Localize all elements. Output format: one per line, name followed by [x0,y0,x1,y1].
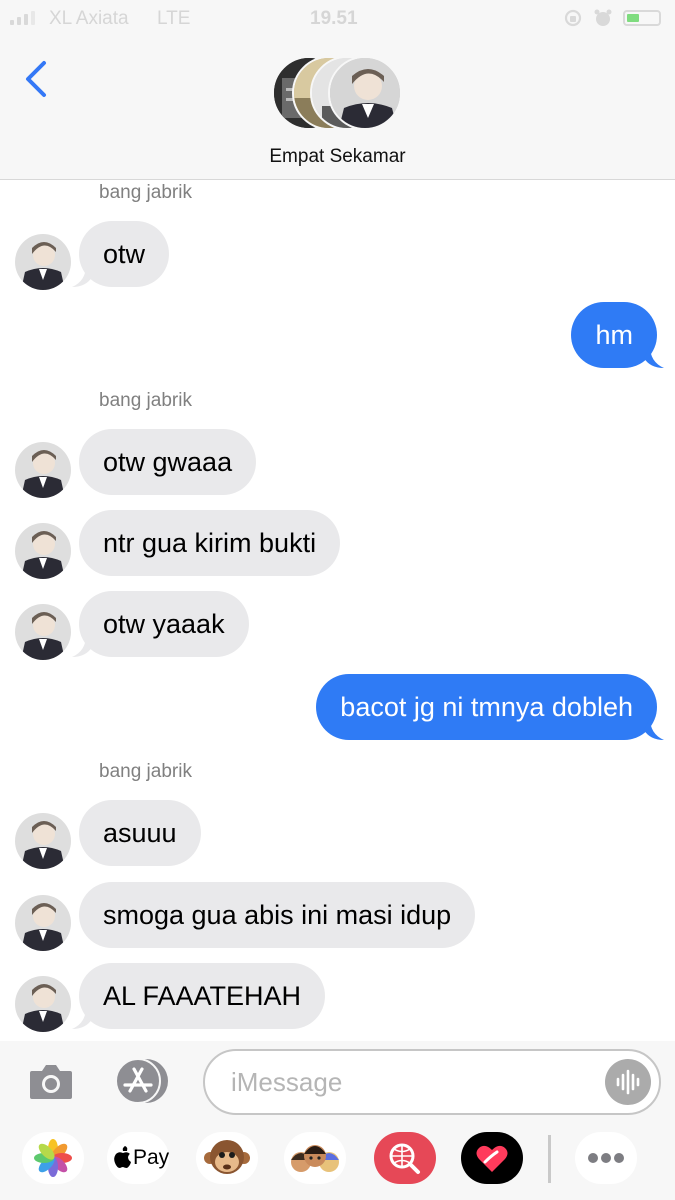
more-icon [588,1153,624,1163]
avatar[interactable] [15,442,71,498]
digital-touch-icon [476,1145,508,1172]
web-search-button[interactable] [374,1132,436,1184]
message-text: hm [595,320,633,350]
drawer-divider [548,1135,551,1183]
audio-message-button[interactable] [605,1059,651,1105]
status-icons [563,8,661,28]
memoji-monkey-icon [204,1140,250,1174]
avatar[interactable] [15,895,71,951]
bubble-tail [72,1007,92,1029]
memoji-icon [291,1145,339,1172]
waveform-icon [616,1069,640,1095]
status-time: 19.51 [310,8,358,29]
message-list[interactable]: bang jabrik otw hm bang jabrik otw gwaaa… [0,181,675,1041]
carrier-name: XL Axiata [49,8,129,29]
animoji-button[interactable] [196,1132,258,1184]
digital-touch-button[interactable] [461,1132,523,1184]
avatar[interactable] [15,976,71,1032]
alarm-icon [594,9,612,26]
avatar[interactable] [15,604,71,660]
message-bubble-incoming[interactable]: asuuu [79,800,201,866]
sender-name: bang jabrik [99,390,192,411]
avatar[interactable] [15,234,71,290]
message-text: asuuu [103,818,177,848]
battery-icon [623,10,661,26]
message-bubble-incoming[interactable]: smoga gua abis ini masi idup [79,882,476,948]
message-field[interactable] [203,1049,661,1115]
message-bubble-outgoing[interactable]: bacot jg ni tmnya dobleh [316,674,664,740]
message-input[interactable] [231,1051,591,1113]
group-member-avatar [328,56,402,130]
status-bar: XL Axiata LTE 19.51 [0,0,675,36]
message-bubble-incoming[interactable]: otw gwaaa [79,429,257,495]
app-drawer: Pay [0,1121,675,1200]
memoji-button[interactable] [284,1132,346,1184]
group-name[interactable]: Empat Sekamar [0,146,675,168]
message-bubble-incoming[interactable]: otw yaaak [72,591,249,657]
camera-icon[interactable] [28,1061,74,1101]
message-text: bacot jg ni tmnya dobleh [340,692,633,722]
app-store-icon[interactable] [112,1058,172,1104]
bubble-tail [644,718,664,740]
message-bubble-outgoing[interactable]: hm [571,302,664,368]
sender-name: bang jabrik [99,182,192,203]
apple-pay-label: Pay [133,1146,170,1169]
avatar[interactable] [15,813,71,869]
bubble-tail [644,346,664,368]
bubble-tail [72,635,92,657]
network-type: LTE [157,8,191,29]
photos-app-button[interactable] [22,1132,84,1184]
message-text: otw gwaaa [103,447,233,477]
more-apps-button[interactable] [575,1132,637,1184]
web-search-icon [389,1143,420,1174]
photos-icon [34,1139,72,1177]
compose-bar [0,1041,675,1121]
group-avatar-stack[interactable] [272,56,404,134]
message-bubble-incoming[interactable]: ntr gua kirim bukti [79,510,341,576]
message-text: ntr gua kirim bukti [103,528,317,558]
message-bubble-incoming[interactable]: AL FAAATEHAH [72,963,326,1029]
apple-logo-icon [114,1146,131,1168]
message-bubble-incoming[interactable]: otw [72,221,170,287]
message-text: otw [103,239,146,269]
apple-pay-button[interactable]: Pay [107,1132,169,1184]
chevron-left-icon[interactable] [22,58,52,100]
avatar[interactable] [15,523,71,579]
message-text: otw yaaak [103,609,225,639]
signal-strength-icon [10,11,35,25]
message-text: smoga gua abis ini masi idup [103,900,452,930]
message-text: AL FAAATEHAH [103,981,302,1011]
bubble-tail [72,265,92,287]
sender-name: bang jabrik [99,761,192,782]
orientation-lock-icon [564,9,582,27]
conversation-header: Empat Sekamar [0,36,675,180]
